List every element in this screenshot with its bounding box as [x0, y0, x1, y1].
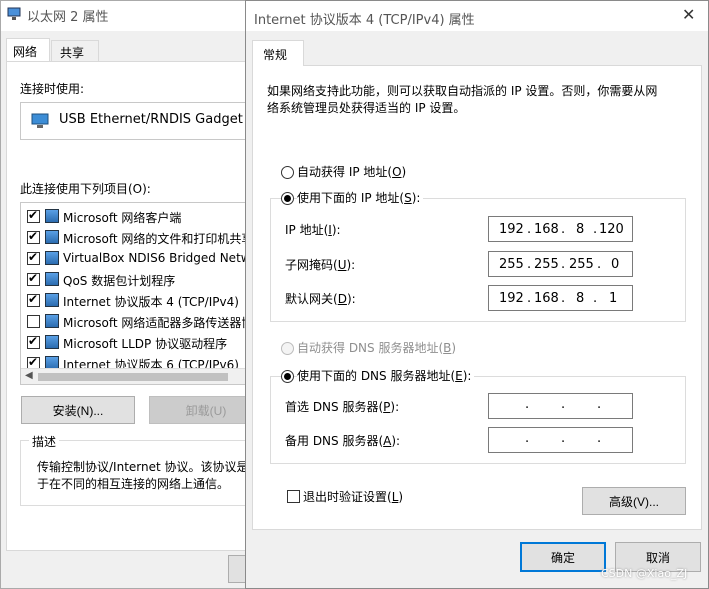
description-title: 描述 — [29, 433, 60, 450]
item-label: VirtualBox NDIS6 Bridged Networking Driv… — [63, 251, 259, 265]
tab-network-label: 网络 — [13, 45, 38, 59]
subnet-mask-input[interactable]: 255. 255. 255. 0 — [488, 251, 633, 277]
default-gateway-label: 默认网关(D): — [285, 292, 356, 306]
horizontal-scrollbar[interactable]: ◀ — [21, 368, 259, 384]
description-line-2: 于在不同的相互连接的网络上通信。 — [37, 477, 230, 491]
component-icon — [45, 335, 59, 349]
advanced-button[interactable]: 高级(V)... — [582, 487, 686, 515]
adapter-icon — [31, 113, 49, 132]
alternate-dns-input[interactable]: ... — [488, 427, 633, 453]
item-label: QoS 数据包计划程序 — [63, 274, 176, 288]
close-icon[interactable]: ✕ — [682, 5, 695, 24]
item-label: Microsoft 网络的文件和打印机共享 — [63, 232, 254, 246]
items-list[interactable]: Microsoft 网络客户端 Microsoft 网络的文件和打印机共享 Virt… — [20, 202, 260, 385]
scroll-left-icon[interactable]: ◀ — [25, 370, 33, 381]
intro-line-1: 如果网络支持此功能，则可以获取自动指派的 IP 设置。否则，你需要从网 — [267, 84, 658, 98]
ethernet-properties-window: 以太网 2 属性 网络 共享 连接时使用: USB Ethernet/RNDIS… — [0, 0, 381, 589]
ip-address-input[interactable]: 192. 168. 8. 120 — [488, 216, 633, 242]
preferred-dns-label: 首选 DNS 服务器(P): — [285, 400, 400, 414]
alternate-dns-label: 备用 DNS 服务器(A): — [285, 434, 401, 448]
item-checkbox[interactable] — [27, 208, 40, 223]
item-checkbox[interactable] — [27, 292, 40, 307]
ipv4-titlebar: Internet 协议版本 4 (TCP/IPv4) 属性 ✕ — [246, 1, 708, 31]
ip-address-label: IP 地址(I): — [285, 223, 341, 237]
preferred-dns-input[interactable]: ... — [488, 393, 633, 419]
item-checkbox[interactable] — [27, 271, 40, 286]
tab-general-label: 常规 — [263, 48, 288, 62]
subnet-mask-label: 子网掩码(U): — [285, 258, 356, 272]
component-icon — [45, 272, 59, 286]
item-checkbox[interactable] — [27, 250, 40, 265]
list-item[interactable]: Microsoft LLDP 协议驱动程序 — [21, 333, 259, 353]
item-checkbox[interactable] — [27, 315, 40, 328]
items-label: 此连接使用下列项目(O): — [20, 182, 151, 196]
tab-sharing[interactable]: 共享 — [51, 40, 99, 62]
list-item[interactable]: Microsoft 网络适配器多路传送器协议 — [21, 312, 260, 332]
ethernet-window-title: 以太网 2 属性 — [27, 10, 109, 25]
auto-dns-label[interactable]: 自动获得 DNS 服务器地址(B) — [297, 339, 456, 356]
install-button[interactable]: 安装(N)... — [21, 396, 135, 424]
network-icon — [7, 7, 21, 20]
auto-ip-radio[interactable] — [281, 166, 294, 179]
list-item[interactable]: Internet 协议版本 4 (TCP/IPv4) — [21, 291, 259, 311]
general-tab-panel: 如果网络支持此功能，则可以获取自动指派的 IP 设置。否则，你需要从网 络系统管… — [252, 65, 702, 530]
component-icon — [45, 314, 59, 328]
component-icon — [45, 209, 59, 223]
auto-dns-radio[interactable] — [281, 342, 294, 355]
list-item[interactable]: Microsoft 网络客户端 — [21, 207, 259, 227]
list-item[interactable]: Microsoft 网络的文件和打印机共享 — [21, 228, 259, 248]
list-item[interactable]: VirtualBox NDIS6 Bridged Networking Driv… — [21, 249, 259, 269]
ipv4-properties-dialog: Internet 协议版本 4 (TCP/IPv4) 属性 ✕ 常规 如果网络支… — [245, 0, 709, 589]
connect-using-label: 连接时使用: — [20, 82, 85, 96]
item-label: Microsoft 网络适配器多路传送器协议 — [63, 316, 260, 330]
watermark: CSDN @Xiao_ZJ — [601, 567, 688, 580]
use-following-ip-radio[interactable] — [281, 192, 294, 205]
item-label: Microsoft LLDP 协议驱动程序 — [63, 337, 228, 351]
use-following-dns-label[interactable]: 使用下面的 DNS 服务器地址(E): — [297, 367, 475, 384]
ok-button[interactable]: 确定 — [520, 542, 606, 572]
adapter-name: USB Ethernet/RNDIS Gadget — [59, 112, 243, 127]
ethernet-titlebar: 以太网 2 属性 — [1, 1, 251, 31]
description-group: 描述 传输控制协议/Internet 协议。该协议是默认的广域网络协议，用 于在… — [20, 433, 381, 506]
auto-ip-label[interactable]: 自动获得 IP 地址(O) — [297, 163, 406, 180]
item-label: Internet 协议版本 4 (TCP/IPv4) — [63, 295, 239, 309]
list-item[interactable]: QoS 数据包计划程序 — [21, 270, 259, 290]
default-gateway-input[interactable]: 192. 168. 8. 1 — [488, 285, 633, 311]
use-following-dns-radio[interactable] — [281, 370, 294, 383]
item-label: Microsoft 网络客户端 — [63, 211, 182, 225]
item-checkbox[interactable] — [27, 334, 40, 349]
scrollbar-thumb[interactable] — [38, 373, 228, 381]
item-checkbox[interactable] — [27, 229, 40, 244]
validate-on-exit-checkbox[interactable] — [287, 490, 300, 503]
tab-sharing-label: 共享 — [60, 46, 85, 60]
use-following-ip-label[interactable]: 使用下面的 IP 地址(S): — [297, 189, 424, 206]
ethernet-tab-panel: 连接时使用: USB Ethernet/RNDIS Gadget 此连接使用下列… — [6, 61, 381, 551]
adapter-box: USB Ethernet/RNDIS Gadget — [20, 102, 260, 140]
component-icon — [45, 230, 59, 244]
tab-general[interactable]: 常规 — [252, 40, 304, 66]
component-icon — [45, 251, 59, 265]
intro-line-2: 络系统管理员处获得适当的 IP 设置。 — [267, 101, 466, 115]
component-icon — [45, 293, 59, 307]
tab-network[interactable]: 网络 — [6, 38, 50, 62]
ipv4-window-title: Internet 协议版本 4 (TCP/IPv4) 属性 — [254, 13, 475, 28]
validate-on-exit-label[interactable]: 退出时验证设置(L) — [303, 488, 403, 505]
